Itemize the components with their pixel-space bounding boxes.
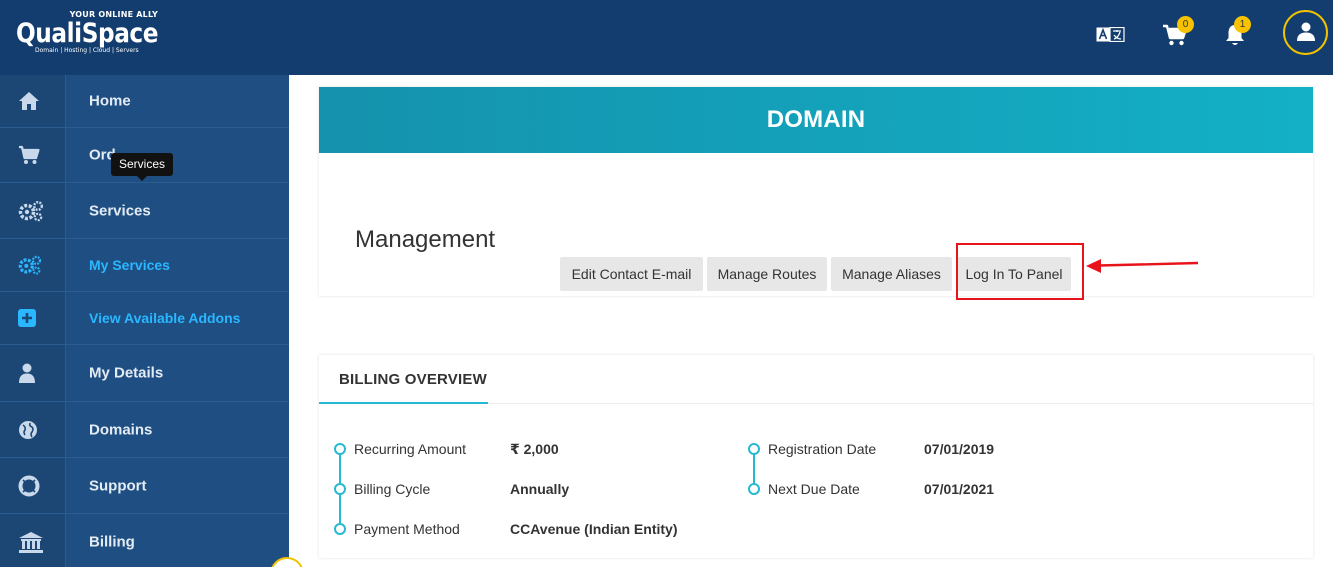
next-due-date-value: 07/01/2021 xyxy=(924,481,995,497)
sidebar-item-label: Support xyxy=(89,477,147,494)
timeline-dot xyxy=(334,523,346,535)
user-icon xyxy=(1297,22,1315,41)
sidebar-item-billing[interactable]: Billing xyxy=(0,514,289,567)
sidebar-item-support[interactable]: Support xyxy=(0,458,289,514)
user-icon xyxy=(19,363,35,383)
registration-date-value: 07/01/2019 xyxy=(924,441,995,457)
sidebar-icon-cell xyxy=(0,128,66,182)
home-icon xyxy=(19,92,39,110)
sidebar-item-label: Domains xyxy=(89,421,153,438)
translate-icon[interactable] xyxy=(1096,27,1125,42)
timeline-dot xyxy=(334,443,346,455)
management-heading: Management xyxy=(355,226,496,253)
sidebar-item-view-available-addons[interactable]: View Available Addons xyxy=(0,292,289,345)
services-tooltip: Services xyxy=(111,153,173,181)
sidebar-item-label: Home xyxy=(89,92,131,110)
sidebar-icon-cell xyxy=(0,183,66,238)
sidebar-icon-cell xyxy=(0,514,66,567)
sidebar-icon-cell xyxy=(0,292,66,344)
recurring-amount-label: Recurring Amount xyxy=(354,441,467,457)
timeline-dot xyxy=(748,443,760,455)
top-bar: YOUR ONLINE ALLY QualiSpace Domain | Hos… xyxy=(0,0,1333,75)
sidebar-item-domains[interactable]: Domains xyxy=(0,402,289,458)
notification-count-badge: 1 xyxy=(1234,16,1251,33)
domain-banner: DOMAIN xyxy=(319,87,1313,153)
sidebar-icon-cell xyxy=(0,345,66,401)
sidebar-icon-cell xyxy=(0,239,66,291)
timeline-dot xyxy=(748,483,760,495)
sidebar-item-my-services[interactable]: My Services xyxy=(0,239,289,292)
cart-icon xyxy=(19,145,40,164)
life-ring-icon xyxy=(18,475,40,496)
sidebar: Home Ord Services My Services View Avail… xyxy=(0,75,289,567)
highlight-box xyxy=(956,243,1084,300)
billing-cycle-label: Billing Cycle xyxy=(354,481,431,497)
recurring-amount-value: ₹ 2,000 xyxy=(510,441,559,457)
tab-underline xyxy=(319,402,488,404)
manage-routes-button[interactable]: Manage Routes xyxy=(707,257,827,291)
payment-method-value: CCAvenue (Indian Entity) xyxy=(510,521,678,537)
sidebar-icon-cell xyxy=(0,458,66,513)
sidebar-item-home[interactable]: Home xyxy=(0,75,289,128)
bank-icon xyxy=(19,532,43,553)
cart-count-badge: 0 xyxy=(1177,16,1194,33)
logo-subline: Domain | Hosting | Cloud | Servers xyxy=(35,47,139,54)
next-due-date-label: Next Due Date xyxy=(768,481,860,497)
billing-overview-card: BILLING OVERVIEW Recurring Amount ₹ 2,00… xyxy=(319,355,1313,558)
manage-aliases-button[interactable]: Manage Aliases xyxy=(831,257,952,291)
timeline-dot xyxy=(334,483,346,495)
gears-icon xyxy=(18,255,42,275)
user-account-button[interactable] xyxy=(1283,10,1328,55)
sidebar-item-label: Billing xyxy=(89,533,135,551)
edit-contact-email-button[interactable]: Edit Contact E-mail xyxy=(560,257,703,291)
billing-overview-heading: BILLING OVERVIEW xyxy=(339,371,487,388)
sidebar-icon-cell xyxy=(0,75,66,127)
annotation-arrow-icon xyxy=(1086,259,1199,273)
plus-square-icon xyxy=(18,309,36,327)
sidebar-item-label: My Details xyxy=(89,364,164,382)
registration-date-label: Registration Date xyxy=(768,441,877,457)
globe-icon xyxy=(19,420,37,439)
sidebar-item-label: View Available Addons xyxy=(89,310,241,326)
sidebar-item-label: Services xyxy=(89,202,151,219)
sidebar-icon-cell xyxy=(0,402,66,457)
payment-method-label: Payment Method xyxy=(354,521,460,537)
qualispace-logo[interactable]: YOUR ONLINE ALLY QualiSpace Domain | Hos… xyxy=(16,10,161,56)
sidebar-item-services[interactable]: Services xyxy=(0,183,289,239)
page-title: DOMAIN xyxy=(766,106,866,133)
logo-name: QualiSpace xyxy=(16,18,159,49)
gears-icon xyxy=(18,200,44,221)
sidebar-item-my-details[interactable]: My Details xyxy=(0,345,289,402)
sidebar-item-label: My Services xyxy=(89,257,170,273)
billing-cycle-value: Annually xyxy=(510,481,570,497)
